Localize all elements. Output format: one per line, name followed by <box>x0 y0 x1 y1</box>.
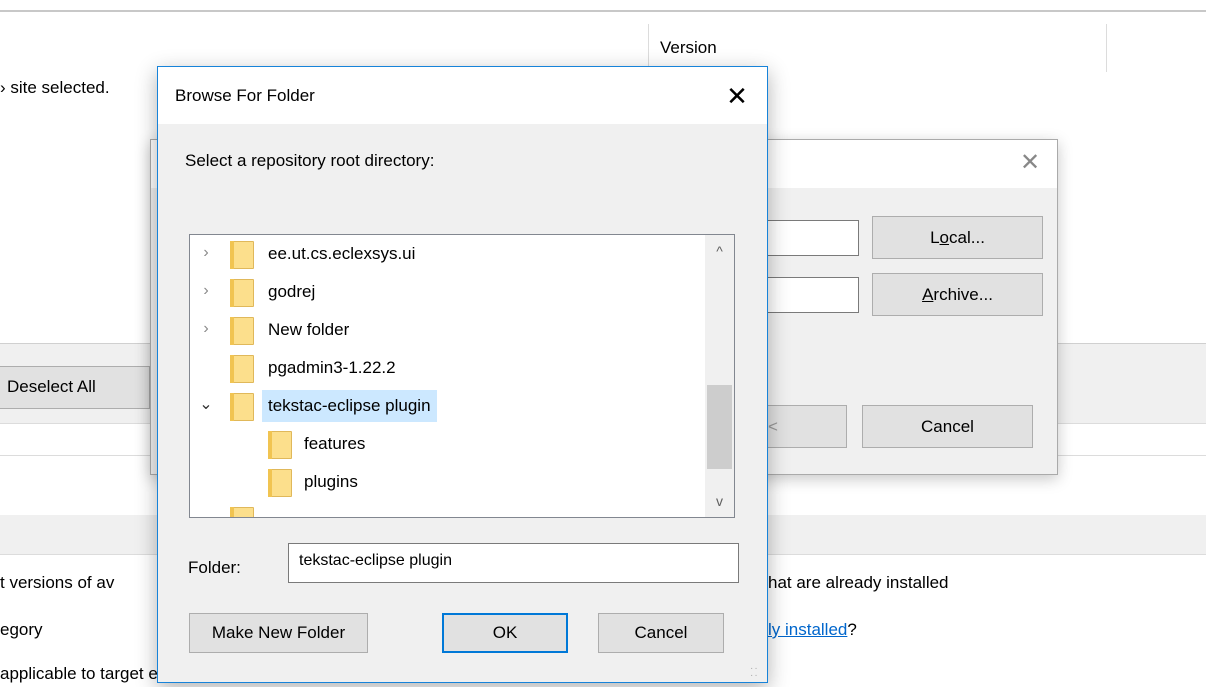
tree-item-label: plugins <box>304 472 358 491</box>
dialog-titlebar: Browse For Folder ✕ <box>158 67 767 124</box>
folder-icon <box>230 393 254 421</box>
local-button[interactable]: Lo cal... <box>872 216 1043 259</box>
deselect-all-button[interactable]: Deselect All <box>0 366 150 409</box>
dialog-title: Browse For Folder <box>175 86 315 105</box>
tree-item-plugins[interactable]: plugins <box>190 463 705 501</box>
show-latest-versions-label: t versions of av <box>0 573 115 592</box>
tree-item-godrej[interactable]: › godrej <box>190 273 705 311</box>
location-field[interactable] <box>763 277 859 313</box>
close-icon[interactable]: ✕ <box>720 79 754 113</box>
close-icon[interactable]: ✕ <box>1015 148 1045 178</box>
tree-item-label: ee.ut.cs.eclexsys.ui <box>268 244 416 263</box>
scroll-up-icon[interactable]: ^ <box>705 239 734 263</box>
chevron-right-icon[interactable]: › <box>198 281 214 301</box>
make-new-folder-button[interactable]: Make New Folder <box>189 613 368 653</box>
tree-scrollbar[interactable]: ^ v <box>705 235 734 517</box>
tree-item-label: New folder <box>268 320 350 339</box>
tree-item-features[interactable]: features <box>190 425 705 463</box>
tree-item-tekstac-eclipse-plugin[interactable]: ⌄ tekstac-eclipse plugin <box>190 387 705 425</box>
name-field[interactable] <box>763 220 859 256</box>
folder-icon <box>230 507 254 517</box>
no-site-selected-text: › site selected. <box>0 78 110 97</box>
hide-installed-label: hat are already installed <box>768 573 949 592</box>
tree-item-label: godrej <box>268 282 316 301</box>
chevron-down-icon[interactable]: ⌄ <box>198 395 214 415</box>
folder-field[interactable]: tekstac-eclipse plugin <box>288 543 739 583</box>
folder-icon <box>268 469 292 497</box>
chevron-right-icon[interactable]: › <box>198 243 214 263</box>
column-separator[interactable] <box>648 24 649 72</box>
browse-for-folder-dialog: Browse For Folder ✕ Select a repository … <box>157 66 768 683</box>
folder-icon <box>268 431 292 459</box>
window-top-divider <box>0 10 1206 12</box>
resize-grip-icon[interactable]: ·· ·· <box>750 664 764 681</box>
already-installed-text: ly installed? <box>768 620 857 639</box>
scroll-down-icon[interactable]: v <box>705 489 734 513</box>
tree-item-pgadmin3[interactable]: pgadmin3-1.22.2 <box>190 349 705 387</box>
column-separator[interactable] <box>1106 24 1107 72</box>
ok-button[interactable]: OK <box>442 613 568 653</box>
scrollbar-thumb[interactable] <box>707 385 732 469</box>
folder-icon <box>230 317 254 345</box>
dialog-prompt: Select a repository root directory: <box>185 151 435 170</box>
tree-item-ee-ut-cs-eclexsys-ui[interactable]: › ee.ut.cs.eclexsys.ui <box>190 235 705 273</box>
tree-item-partial[interactable] <box>190 501 705 517</box>
folder-field-label: Folder: <box>188 558 241 577</box>
folder-icon <box>230 241 254 269</box>
add-button[interactable]: < <box>763 405 847 448</box>
already-installed-link[interactable]: ly installed <box>768 620 847 639</box>
tree-item-label: tekstac-eclipse plugin <box>262 390 437 422</box>
folder-tree[interactable]: › ee.ut.cs.eclexsys.ui › godrej › New fo… <box>189 234 735 518</box>
tree-item-new-folder[interactable]: › New folder <box>190 311 705 349</box>
chevron-right-icon[interactable]: › <box>198 319 214 339</box>
folder-icon <box>230 279 254 307</box>
tree-item-label: features <box>304 434 366 453</box>
cancel-button[interactable]: Cancel <box>598 613 724 653</box>
tree-item-label: pgadmin3-1.22.2 <box>268 358 396 377</box>
cancel-button[interactable]: Cancel <box>862 405 1033 448</box>
folder-icon <box>230 355 254 383</box>
archive-button[interactable]: Archive... <box>872 273 1043 316</box>
group-by-category-label: egory <box>0 620 43 639</box>
table-header: Version <box>648 24 1206 72</box>
version-column-header[interactable]: Version <box>660 38 717 58</box>
